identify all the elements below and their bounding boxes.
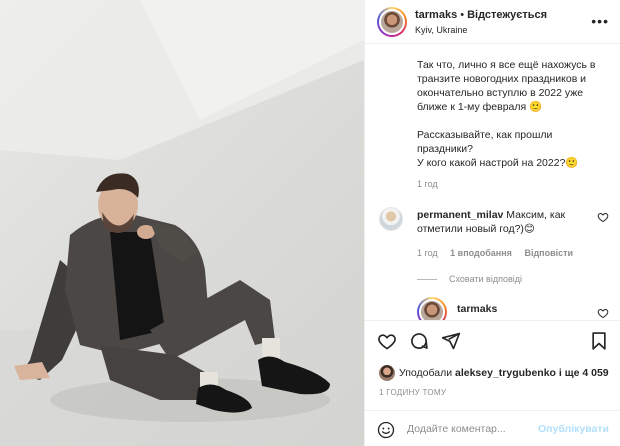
liked-by: Уподобали aleksey_trygubenko і ще 4 059 xyxy=(379,365,609,381)
hide-replies-line xyxy=(417,279,437,281)
reply-like-heart-icon[interactable] xyxy=(597,307,609,319)
post-location[interactable]: Kyiv, Ukraine xyxy=(415,25,467,35)
caption-time[interactable]: 1 год xyxy=(417,179,438,189)
author-line: tarmaks • Відстежується xyxy=(415,9,547,21)
post-caption: Так что, лично я все ещё нахожусь в тран… xyxy=(417,59,596,169)
author-avatar[interactable] xyxy=(377,7,407,37)
commenter-avatar[interactable] xyxy=(379,207,403,231)
liked-by-user[interactable]: aleksey_trygubenko xyxy=(455,367,556,379)
share-send-icon[interactable] xyxy=(441,331,461,351)
post-time[interactable]: 1 ГОДИНУ ТОМУ xyxy=(379,388,446,397)
photo-illustration xyxy=(0,0,364,446)
add-comment-bar: Опублікувати xyxy=(365,410,620,446)
comments-area[interactable]: Так что, лично я все ещё нахожусь в тран… xyxy=(365,45,620,320)
reply-button[interactable]: Відповісти xyxy=(524,248,573,258)
commenter-username[interactable]: permanent_milav xyxy=(417,209,503,221)
comment: permanent_milav Максим, как отметили нов… xyxy=(417,208,593,236)
publish-button[interactable]: Опублікувати xyxy=(538,423,609,435)
separator-dot: • xyxy=(460,9,465,21)
comment-bubble-icon[interactable] xyxy=(409,331,429,351)
follow-status-button[interactable]: Відстежується xyxy=(467,9,547,21)
post-photo[interactable] xyxy=(0,0,364,446)
reply-author-avatar[interactable] xyxy=(417,297,447,320)
comment-likes-count[interactable]: 1 вподобання xyxy=(450,248,512,258)
author-username[interactable]: tarmaks xyxy=(415,9,457,21)
liked-by-others[interactable]: і ще 4 059 xyxy=(559,367,609,379)
hide-replies-label: Сховати відповіді xyxy=(449,274,522,284)
bookmark-icon[interactable] xyxy=(589,331,609,351)
emoji-icon[interactable] xyxy=(377,421,395,439)
liker-avatar[interactable] xyxy=(379,365,395,381)
add-comment-input[interactable] xyxy=(407,419,557,439)
hide-replies-button[interactable]: Сховати відповіді xyxy=(417,274,522,284)
liked-by-prefix: Уподобали xyxy=(399,366,453,379)
comment-time[interactable]: 1 год xyxy=(417,248,438,258)
reply-author-username[interactable]: tarmaks xyxy=(457,303,497,315)
like-heart-icon[interactable] xyxy=(377,331,397,351)
comment-meta: 1 год 1 вподобання Відповісти xyxy=(417,248,583,258)
post-header: tarmaks • Відстежується Kyiv, Ukraine ••• xyxy=(365,0,620,44)
post-side-panel: tarmaks • Відстежується Kyiv, Ukraine ••• … xyxy=(364,0,620,446)
more-icon[interactable]: ••• xyxy=(591,13,609,29)
comment-like-heart-icon[interactable] xyxy=(597,211,609,223)
